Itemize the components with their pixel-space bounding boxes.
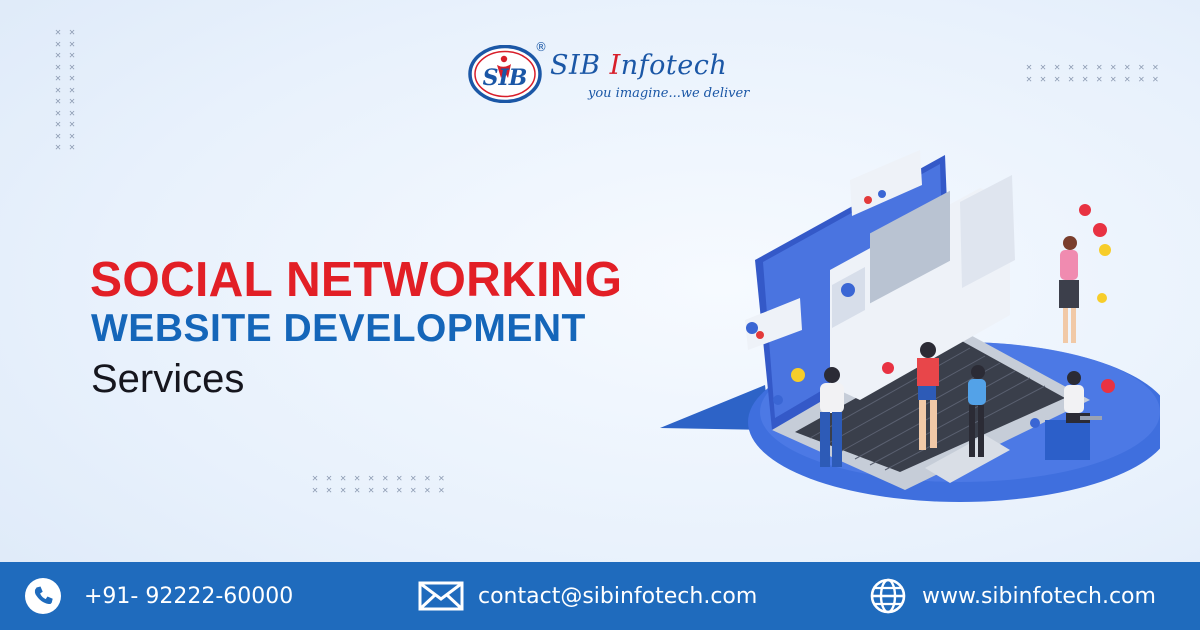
emoji-bubble-icon	[1099, 244, 1111, 256]
website-contact[interactable]: www.sibinfotech.com	[870, 562, 1156, 630]
svg-text:SIB: SIB	[483, 65, 528, 91]
brand-logo[interactable]: SIB ® SIB Infotech you imagine...we deli…	[468, 40, 768, 108]
person-standing-pink	[1059, 236, 1079, 343]
smiley-icon	[791, 368, 805, 382]
email-contact[interactable]: contact@sibinfotech.com	[418, 562, 757, 630]
website-url: www.sibinfotech.com	[922, 583, 1156, 609]
brand-name: SIB Infotech	[550, 50, 728, 81]
like-bubble-icon	[1093, 223, 1107, 237]
email-address: contact@sibinfotech.com	[478, 583, 758, 609]
sib-logo-badge-icon: SIB	[468, 45, 542, 103]
headline-line2: WEBSITE DEVELOPMENT	[91, 307, 586, 350]
decorative-x-pattern-left: ✕ ✕ ✕ ✕ ✕ ✕ ✕ ✕ ✕ ✕ ✕ ✕ ✕ ✕ ✕ ✕ ✕ ✕ ✕ ✕ …	[55, 27, 77, 153]
phone-icon	[25, 578, 61, 614]
phone-number: +91- 92222-60000	[84, 583, 294, 609]
social-network-laptop-illustration	[660, 150, 1160, 502]
registered-mark: ®	[535, 40, 547, 54]
headline-line1: SOCIAL NETWORKING	[90, 253, 623, 307]
brand-tagline: you imagine...we deliver	[588, 86, 750, 101]
headline-line3: Services	[91, 357, 245, 401]
decorative-x-pattern-right: ✕ ✕ ✕ ✕ ✕ ✕ ✕ ✕ ✕ ✕ ✕ ✕ ✕ ✕ ✕ ✕ ✕ ✕ ✕ ✕	[1026, 62, 1160, 85]
phone-contact[interactable]: +91- 92222-60000	[24, 562, 293, 630]
contact-footer-bar: +91- 92222-60000 contact@sibinfotech.com…	[0, 562, 1200, 630]
mail-icon	[418, 581, 464, 611]
decorative-x-pattern-middle: ✕ ✕ ✕ ✕ ✕ ✕ ✕ ✕ ✕ ✕ ✕ ✕ ✕ ✕ ✕ ✕ ✕ ✕ ✕ ✕	[312, 473, 446, 496]
globe-icon	[870, 578, 906, 614]
